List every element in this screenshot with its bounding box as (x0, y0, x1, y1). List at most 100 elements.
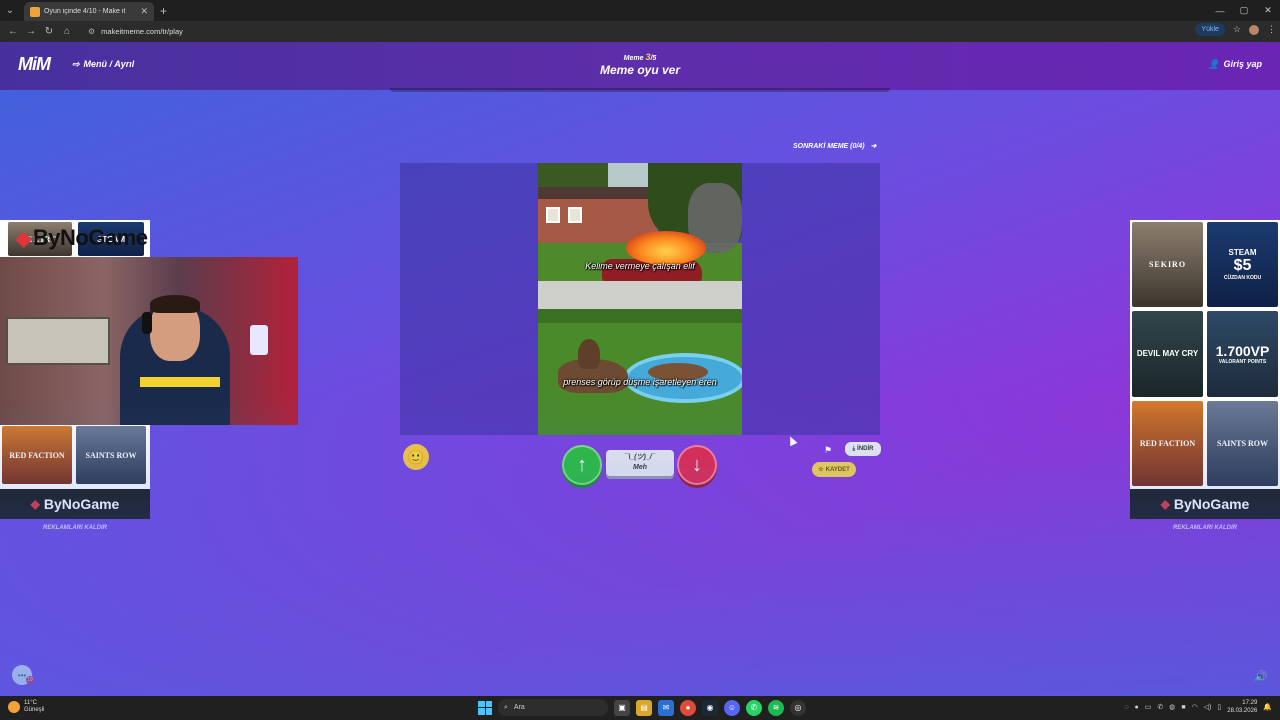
meme-counter: Meme 3/5 (0, 52, 1280, 62)
download-icon: ⤓ (852, 445, 856, 452)
ad-brand-banner[interactable]: ◆ ByNoGame (0, 489, 150, 519)
mail-icon[interactable]: ✉ (658, 699, 674, 716)
downvote-button[interactable]: ↓ (677, 445, 717, 485)
tray-icon[interactable]: ▭ (1145, 703, 1152, 711)
ad-vp-label: VALORANT POINTS (1218, 358, 1267, 365)
clock-date: 28.03.2026 (1227, 708, 1258, 714)
page-title: Meme oyu ver (599, 63, 681, 77)
maximize-icon[interactable]: ▢ (1232, 0, 1256, 21)
ad-game-red-faction[interactable]: RED FACTION (1132, 400, 1203, 486)
bynogame-logo-icon: ◆ (30, 497, 40, 511)
sound-toggle-icon[interactable]: 🔊 (1254, 670, 1268, 683)
browser-menu-icon[interactable]: ⋮ (1267, 24, 1276, 35)
reload-icon[interactable]: ↻ (40, 23, 58, 41)
tab-list-icon[interactable]: ⌄ (0, 0, 20, 21)
meh-label: Meh (633, 464, 647, 471)
steam-icon[interactable]: ◉ (702, 699, 718, 716)
download-button[interactable]: ⤓ İNDİR (845, 442, 881, 456)
home-icon[interactable]: ⌂ (58, 23, 76, 41)
ad-game-saints-row[interactable]: SAINTS ROW (1207, 400, 1278, 486)
smile-icon: 🙂 (407, 448, 425, 465)
forward-icon[interactable]: → (22, 23, 40, 41)
emoji-reaction-button[interactable]: 🙂 (403, 444, 429, 470)
browser-tabbar: ⌄ Oyun içinde 4/10 - Make it ✕ + — ▢ ✕ (0, 0, 1280, 21)
meme-counter-prefix: Meme (623, 55, 644, 62)
meme-image: Kelime vermeye çalışan elif prenses görü… (538, 163, 742, 435)
save-button[interactable]: ☆ KAYDET (812, 462, 856, 477)
ad-game-sekiro[interactable]: SEKIRO (1132, 222, 1203, 308)
site-info-icon[interactable]: ⚙ (88, 27, 95, 36)
tray-icon[interactable]: ◌ (1124, 704, 1128, 711)
taskbar-clock[interactable]: 17:29 28.03.2026 (1227, 699, 1257, 715)
streamer-brand-label: ByNoGame (32, 225, 148, 250)
ad-game-steam-wallet[interactable]: STEAM $5 CÜZDAN KODU (1207, 222, 1278, 308)
webcam-overlay (0, 257, 298, 425)
ad-brand-label: ByNoGame (43, 496, 120, 512)
meh-button[interactable]: ¯\_(ツ)_/¯ Meh (606, 450, 674, 476)
headset-icon (142, 312, 152, 334)
wifi-icon[interactable]: ◠ (1192, 703, 1198, 711)
tray-icon[interactable]: ✆ (1157, 703, 1163, 711)
meme-caption-top: Kelime vermeye çalışan elif (585, 261, 695, 271)
ad-steam-label: STEAM (1228, 248, 1257, 258)
tray-icon[interactable]: ◍ (1169, 703, 1175, 711)
ad-game-valorant-points[interactable]: 1.700VP VALORANT POINTS (1207, 311, 1278, 397)
remove-ads-link[interactable]: REKLAMLARI KALDIR (0, 525, 150, 531)
window-controls: — ▢ ✕ (1208, 0, 1280, 21)
address-bar: ← → ↻ ⌂ ⚙ makeitmeme.com/tr/play Yükle ☆… (0, 21, 1280, 42)
update-button[interactable]: Yükle (1195, 23, 1225, 36)
bynogame-logo-icon: ◆ (1160, 497, 1170, 511)
ad-right[interactable]: SEKIRO STEAM $5 CÜZDAN KODU DEVIL MAY CR… (1130, 220, 1280, 519)
back-icon[interactable]: ← (4, 23, 22, 41)
profile-avatar[interactable] (1249, 24, 1259, 35)
report-flag-icon[interactable]: ⚑ (824, 445, 832, 456)
minimize-icon[interactable]: — (1208, 0, 1232, 21)
login-label: Giriş yap (1223, 59, 1262, 69)
taskbar-search[interactable]: ⌕ Ara (498, 699, 608, 716)
chat-unread-badge: 19 (26, 676, 34, 684)
new-tab-icon[interactable]: + (160, 4, 167, 18)
webcam-shelf (6, 317, 110, 365)
chrome-icon[interactable]: ● (680, 699, 696, 716)
bookmark-star-icon[interactable]: ☆ (1233, 24, 1241, 35)
tab-title: Oyun içinde 4/10 - Make it (44, 8, 126, 15)
remove-ads-link[interactable]: REKLAMLARI KALDIR (1130, 525, 1280, 531)
login-button[interactable]: 👤 Giriş yap (1208, 59, 1262, 70)
ad-game-saints-row[interactable]: SAINTS ROW (76, 426, 146, 484)
file-explorer-icon[interactable]: ▤ (636, 699, 652, 716)
meme-road (538, 281, 742, 309)
url-field[interactable]: ⚙ makeitmeme.com/tr/play (82, 23, 1182, 40)
weather-widget[interactable]: 11°C Güneşli (8, 700, 44, 714)
tray-icon[interactable]: ● (1134, 704, 1138, 711)
next-meme-label: SONRAKİ MEME (0/4) (793, 142, 865, 150)
meme-moose-head (578, 339, 600, 369)
task-view-icon[interactable]: ▣ (614, 699, 630, 716)
browser-tab[interactable]: Oyun içinde 4/10 - Make it ✕ (24, 2, 154, 21)
game-page: MiM ⇨ Menü / Ayrıl Meme 3/5 Meme oyu ver… (0, 42, 1280, 696)
upvote-button[interactable]: ↑ (562, 445, 602, 485)
notifications-icon[interactable]: 🔔 (1263, 703, 1272, 711)
next-meme-button[interactable]: SONRAKİ MEME (0/4) ➜ (793, 142, 877, 151)
start-menu-icon[interactable] (478, 700, 492, 715)
download-label: İNDİR (857, 446, 874, 452)
ad-steam-extra: CÜZDAN KODU (1223, 275, 1262, 282)
meh-face: ¯\_(ツ)_/¯ (624, 454, 656, 461)
taskbar-search-label: Ara (513, 704, 525, 711)
battery-icon[interactable]: ▯ (1217, 703, 1221, 711)
weather-condition: Güneşli (24, 707, 45, 713)
arrow-right-icon: ➜ (870, 143, 877, 150)
tray-icon[interactable]: ■ (1181, 704, 1185, 711)
whatsapp-icon[interactable]: ✆ (746, 699, 762, 716)
volume-icon[interactable]: ◁) (1204, 703, 1212, 711)
clock-time: 17:29 (1242, 700, 1258, 706)
ad-vp-amount: 1.700VP (1215, 342, 1270, 359)
window-close-icon[interactable]: ✕ (1256, 0, 1280, 21)
obs-icon[interactable]: ◎ (790, 699, 806, 716)
spotify-icon[interactable]: ≋ (768, 699, 784, 716)
tab-close-icon[interactable]: ✕ (140, 6, 148, 17)
ad-game-red-faction[interactable]: RED FACTION (2, 426, 72, 484)
ad-brand-banner[interactable]: ◆ ByNoGame (1130, 489, 1280, 519)
ad-game-devil-may-cry[interactable]: DEVIL MAY CRY (1132, 311, 1203, 397)
discord-icon[interactable]: ☺ (724, 699, 740, 716)
user-icon: 👤 (1208, 59, 1220, 69)
